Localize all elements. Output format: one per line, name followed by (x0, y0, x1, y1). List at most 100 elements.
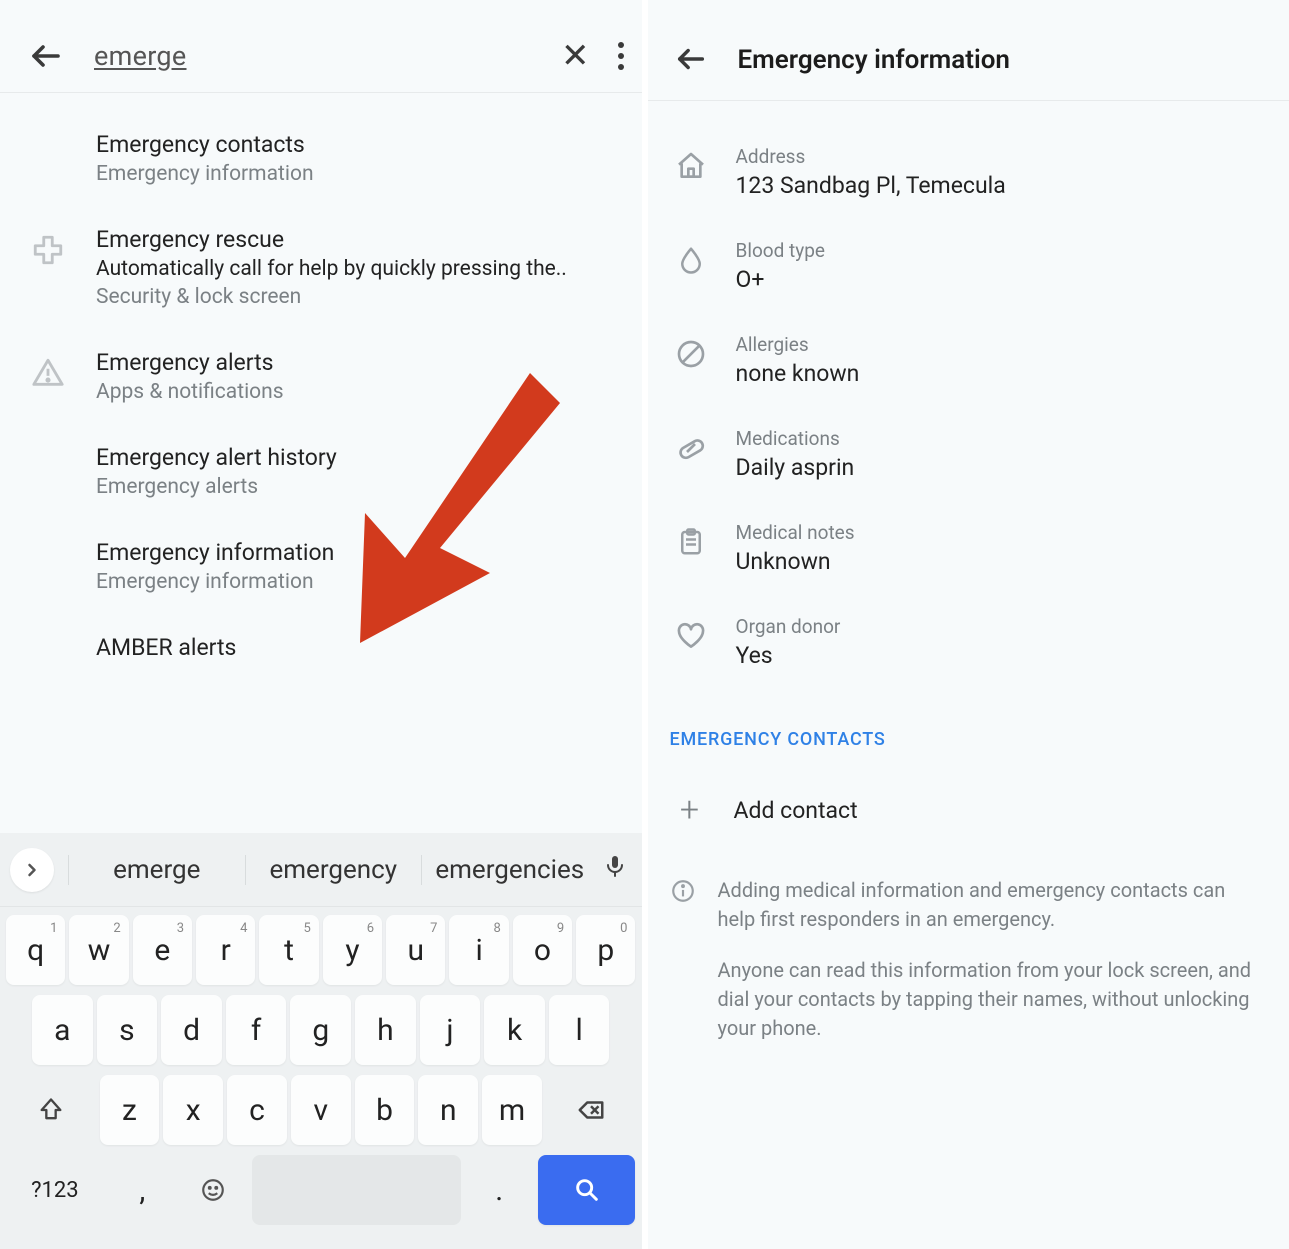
result-icon-blank (24, 634, 72, 682)
key-l[interactable]: l (549, 995, 610, 1065)
key-i[interactable]: i8 (449, 915, 508, 985)
keyboard-suggestion[interactable]: emerge (68, 855, 245, 885)
result-icon-blank (24, 539, 72, 587)
key-x[interactable]: x (163, 1075, 223, 1145)
info-label: Organ donor (736, 615, 1268, 638)
key-s[interactable]: s (97, 995, 158, 1065)
info-value: 123 Sandbag Pl, Temecula (736, 172, 1268, 199)
note-paragraph: Anyone can read this information from yo… (718, 956, 1268, 1043)
key-c[interactable]: c (227, 1075, 287, 1145)
key-b[interactable]: b (355, 1075, 415, 1145)
result-title: Emergency alerts (96, 349, 612, 376)
search-result[interactable]: AMBER alerts (0, 614, 642, 682)
search-result[interactable]: Emergency contacts Emergency information (0, 111, 642, 206)
key-q[interactable]: q1 (6, 915, 65, 985)
key-p[interactable]: p0 (576, 915, 635, 985)
key-w[interactable]: w2 (69, 915, 128, 985)
key-u[interactable]: u7 (386, 915, 445, 985)
key-y[interactable]: y6 (323, 915, 382, 985)
search-result[interactable]: Emergency alert history Emergency alerts (0, 424, 642, 519)
key-n[interactable]: n (418, 1075, 478, 1145)
key-o[interactable]: o9 (513, 915, 572, 985)
shift-key[interactable] (6, 1075, 96, 1145)
key-k[interactable]: k (484, 995, 545, 1065)
key-a[interactable]: a (32, 995, 93, 1065)
info-label: Address (736, 145, 1268, 168)
clipboard-icon (670, 521, 712, 563)
result-path: Emergency information (96, 162, 612, 186)
result-path: Apps & notifications (96, 380, 612, 404)
back-arrow-icon[interactable] (674, 42, 710, 78)
info-label: Blood type (736, 239, 1268, 262)
result-icon-blank (24, 444, 72, 492)
pill-icon (670, 427, 712, 469)
info-row-medical-notes[interactable]: Medical notes Unknown (648, 501, 1289, 595)
plus-icon: + (672, 792, 708, 828)
microphone-icon[interactable] (598, 854, 632, 885)
back-arrow-icon[interactable] (28, 38, 64, 74)
result-title: AMBER alerts (96, 634, 612, 661)
period-key[interactable]: . (467, 1155, 532, 1225)
result-path: Emergency alerts (96, 475, 612, 499)
search-submit-key[interactable] (538, 1155, 636, 1225)
search-header: emerge ✕ (0, 0, 642, 93)
keyboard-suggestion[interactable]: emergency (245, 855, 422, 885)
spacebar-key[interactable] (252, 1155, 461, 1225)
keyboard-row-1: q1 w2 e3 r4 t5 y6 u7 i8 o9 p0 (6, 915, 636, 985)
key-j[interactable]: j (420, 995, 481, 1065)
info-value: Unknown (736, 548, 1268, 575)
key-m[interactable]: m (482, 1075, 542, 1145)
result-path: Emergency information (96, 570, 612, 594)
info-row-organ-donor[interactable]: Organ donor Yes (648, 595, 1289, 689)
emergency-contacts-header: EMERGENCY CONTACTS (648, 699, 1289, 758)
medical-cross-icon (24, 226, 72, 274)
info-header: Emergency information (648, 0, 1289, 101)
search-result[interactable]: Emergency rescue Automatically call for … (0, 206, 642, 329)
info-row-blood-type[interactable]: Blood type O+ (648, 219, 1289, 313)
search-input[interactable]: emerge (94, 40, 531, 72)
page-title: Emergency information (738, 45, 1010, 75)
symbols-key[interactable]: ?123 (6, 1155, 104, 1225)
emergency-info-screen: Emergency information Address 123 Sandba… (648, 0, 1289, 1249)
more-menu-icon[interactable] (618, 42, 624, 70)
add-contact-button[interactable]: + Add contact (648, 758, 1289, 862)
blood-drop-icon (670, 239, 712, 281)
search-result[interactable]: Emergency alerts Apps & notifications (0, 329, 642, 424)
result-title: Emergency contacts (96, 131, 612, 158)
emoji-key[interactable] (181, 1155, 246, 1225)
settings-search-screen: emerge ✕ Emergency contacts Emergency in… (0, 0, 648, 1249)
search-results-list: Emergency contacts Emergency information… (0, 93, 642, 682)
key-d[interactable]: d (161, 995, 222, 1065)
virtual-keyboard: emerge emergency emergencies q1 w2 e3 r4… (0, 833, 642, 1249)
info-row-medications[interactable]: Medications Daily asprin (648, 407, 1289, 501)
note-paragraph: Adding medical information and emergency… (718, 876, 1268, 934)
keyboard-suggestion[interactable]: emergencies (421, 855, 598, 885)
collapse-suggestions-icon[interactable] (10, 848, 54, 892)
info-row-address[interactable]: Address 123 Sandbag Pl, Temecula (648, 125, 1289, 219)
info-value: Yes (736, 642, 1268, 669)
key-e[interactable]: e3 (133, 915, 192, 985)
key-r[interactable]: r4 (196, 915, 255, 985)
suggestion-bar: emerge emergency emergencies (0, 833, 642, 907)
result-path: Security & lock screen (96, 285, 612, 309)
backspace-key[interactable] (546, 1075, 636, 1145)
result-icon-blank (24, 131, 72, 179)
info-note: Adding medical information and emergency… (648, 862, 1289, 1049)
info-label: Medications (736, 427, 1268, 450)
search-result[interactable]: Emergency information Emergency informat… (0, 519, 642, 614)
comma-key[interactable]: , (110, 1155, 175, 1225)
heart-icon (670, 615, 712, 657)
info-row-allergies[interactable]: Allergies none known (648, 313, 1289, 407)
warning-triangle-icon (24, 349, 72, 397)
result-title: Emergency information (96, 539, 612, 566)
no-symbol-icon (670, 333, 712, 375)
key-h[interactable]: h (355, 995, 416, 1065)
clear-search-icon[interactable]: ✕ (561, 39, 590, 73)
key-z[interactable]: z (100, 1075, 160, 1145)
key-g[interactable]: g (290, 995, 351, 1065)
search-header-actions: ✕ (561, 39, 624, 73)
key-f[interactable]: f (226, 995, 287, 1065)
key-v[interactable]: v (291, 1075, 351, 1145)
result-description: Automatically call for help by quickly p… (96, 257, 612, 281)
key-t[interactable]: t5 (259, 915, 318, 985)
